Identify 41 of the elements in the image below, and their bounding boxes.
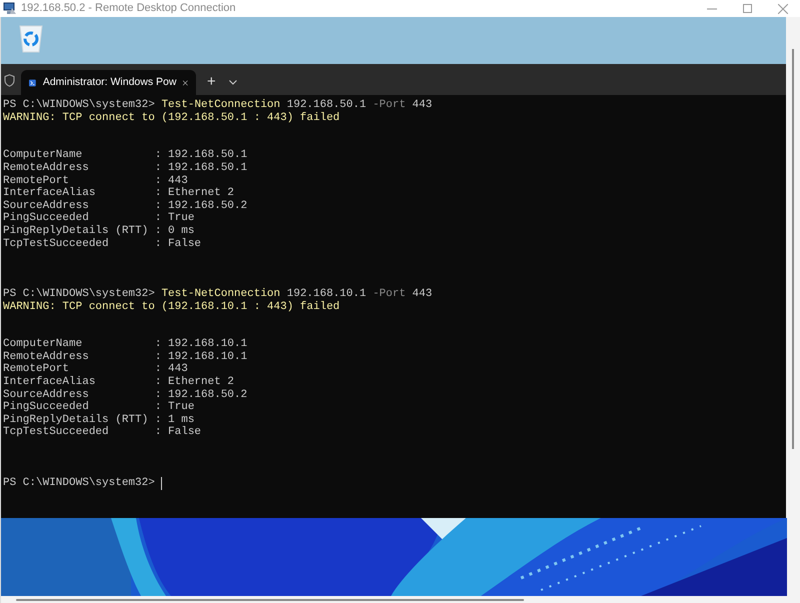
- terminal-tab[interactable]: Administrator: Windows Pow: [21, 70, 196, 95]
- warning-text: WARNING: TCP connect to (192.168.50.1 : 443) failed: [3, 112, 340, 124]
- output-line: RemotePort : 443: [3, 174, 188, 187]
- parameter-text: -Port: [372, 288, 406, 300]
- output-line: SourceAddress : 192.168.50.2: [3, 388, 248, 401]
- output-line: ComputerName : 192.168.50.1: [3, 149, 248, 162]
- output-line: RemotePort : 443: [3, 363, 188, 376]
- prompt-text: PS C:\WINDOWS\system32>: [3, 288, 156, 300]
- recycle-bin-icon[interactable]: [17, 23, 45, 53]
- output-line: TcpTestSucceeded : False: [3, 426, 202, 440]
- new-tab-button[interactable]: +: [204, 74, 219, 90]
- maximize-icon[interactable]: [743, 4, 752, 13]
- prompt-text: PS C:\WINDOWS\system32>: [3, 99, 156, 112]
- close-icon[interactable]: [183, 78, 188, 86]
- vertical-scrollbar[interactable]: [792, 49, 794, 449]
- parameter-text: -Port: [372, 99, 406, 112]
- output-line: ComputerName : 192.168.10.1: [3, 338, 248, 351]
- argument-text: 443: [411, 99, 432, 112]
- warning-text: WARNING: TCP connect to (192.168.10.1 : 443) failed: [3, 300, 340, 314]
- output-line: PingSucceeded : True: [3, 212, 194, 225]
- output-line: PingSucceeded : True: [3, 401, 194, 414]
- window-title: 192.168.50.2 - Remote Desktop Connection: [21, 1, 236, 16]
- output-line: SourceAddress : 192.168.50.2: [3, 200, 248, 212]
- output-line: PingReplyDetails (RTT) : 0 ms: [3, 224, 194, 238]
- output-line: PingReplyDetails (RTT) : 1 ms: [3, 414, 194, 426]
- computer-icon: [3, 2, 17, 15]
- horizontal-scrollbar[interactable]: [16, 598, 524, 600]
- output-line: RemoteAddress : 192.168.50.1: [3, 162, 248, 175]
- output-line: InterfaceAlias : Ethernet 2: [3, 376, 234, 389]
- prompt-text: PS C:\WINDOWS\system32>: [3, 476, 156, 490]
- shield-icon[interactable]: [4, 74, 15, 87]
- chevron-down-icon[interactable]: [228, 80, 237, 85]
- command-text: Test-NetConnection: [161, 99, 280, 112]
- argument-text: 192.168.50.1: [286, 99, 368, 112]
- powershell-icon: [29, 76, 36, 88]
- output-line: InterfaceAlias : Ethernet 2: [3, 187, 234, 200]
- argument-text: 192.168.10.1: [286, 288, 368, 300]
- argument-text: 443: [411, 288, 432, 300]
- output-line: TcpTestSucceeded : False: [3, 238, 202, 250]
- output-line: RemoteAddress : 192.168.10.1: [3, 350, 248, 364]
- command-text: Test-NetConnection: [161, 288, 280, 300]
